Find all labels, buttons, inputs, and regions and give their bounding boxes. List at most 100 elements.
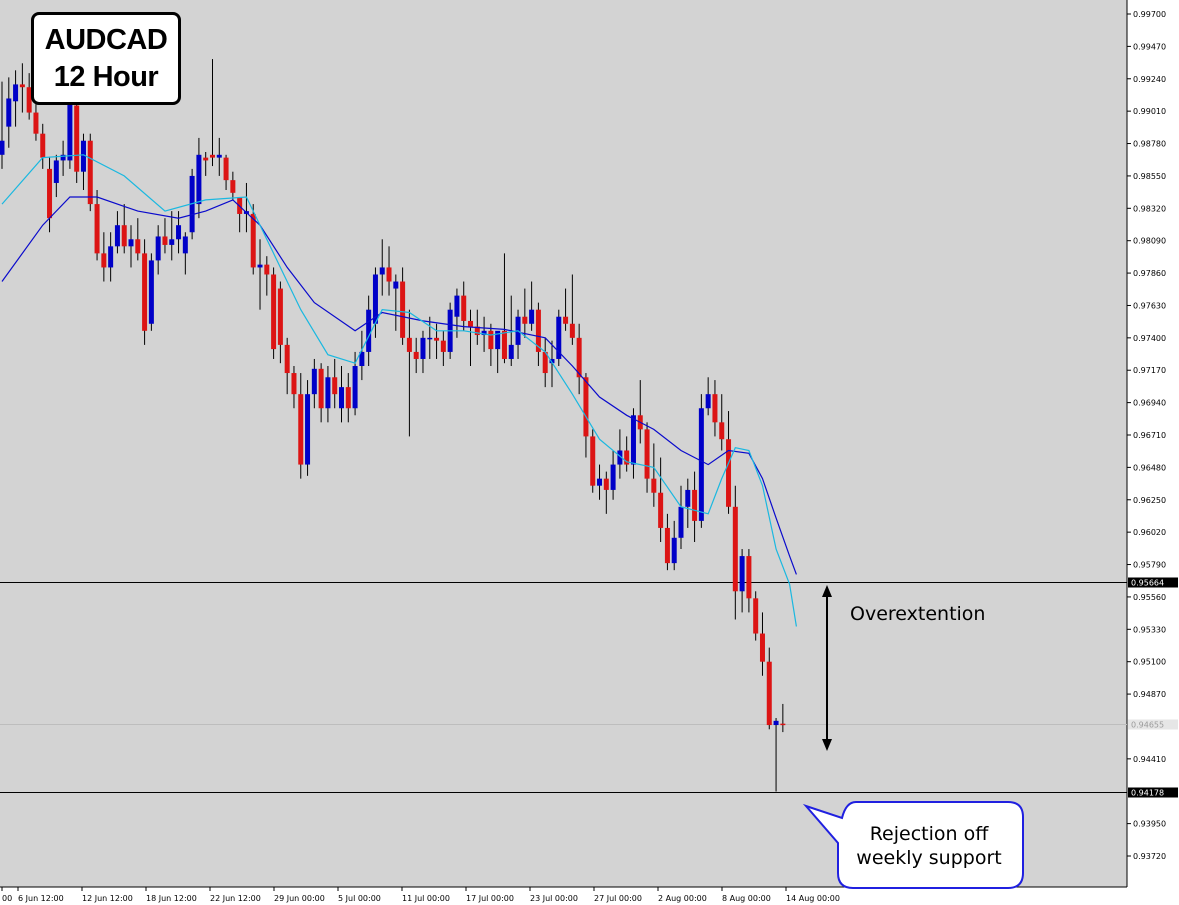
bear-candle (250, 213, 256, 268)
bull-candle (176, 225, 182, 240)
y-tick-label: 0.93950 (1133, 820, 1166, 829)
bull-candle (597, 478, 603, 486)
y-tick-label: 0.99700 (1133, 10, 1166, 19)
y-tick-label: 0.98550 (1133, 172, 1166, 181)
bull-candle (739, 556, 745, 592)
bull-candle (698, 408, 704, 521)
bear-candle (726, 439, 732, 507)
bull-candle (671, 537, 677, 564)
bear-candle (440, 340, 446, 352)
bear-candle (590, 436, 596, 486)
bear-candle (583, 377, 589, 437)
x-tick-label: 00 (2, 894, 12, 903)
bear-candle (19, 84, 25, 88)
level-label: 0.95664 (1131, 579, 1164, 588)
bull-candle (610, 464, 616, 490)
current-price-label: 0.94655 (1131, 721, 1164, 730)
bull-candle (128, 239, 134, 247)
y-tick-label: 0.98320 (1133, 204, 1166, 213)
bear-candle (87, 140, 93, 205)
bull-candle (114, 225, 120, 247)
bear-candle (664, 527, 670, 564)
bear-candle (386, 267, 392, 282)
bull-candle (53, 160, 59, 183)
bear-candle (142, 253, 148, 331)
bear-candle (461, 295, 467, 321)
bear-candle (651, 478, 657, 493)
bear-candle (33, 112, 39, 134)
bull-candle (196, 154, 202, 205)
bull-candle (685, 489, 691, 507)
symbol-title: AUDCAD (44, 23, 168, 56)
y-tick-label: 0.95790 (1133, 561, 1166, 570)
x-tick-label: 27 Jul 00:00 (594, 894, 642, 903)
bear-candle (135, 239, 141, 254)
rejection-text-2: weekly support (856, 847, 1001, 869)
bear-candle (101, 253, 107, 268)
y-tick-label: 0.96710 (1133, 431, 1166, 440)
x-tick-label: 18 Jun 12:00 (146, 894, 197, 903)
bear-candle (732, 506, 738, 592)
bull-candle (678, 506, 684, 538)
bull-candle (0, 140, 5, 155)
bull-candle (169, 239, 175, 245)
bull-candle (257, 264, 263, 268)
bear-candle (230, 180, 236, 193)
timeframe-title: 12 Hour (53, 60, 159, 93)
bear-candle (121, 225, 127, 247)
bear-candle (264, 264, 270, 275)
bull-candle (325, 377, 331, 409)
bull-candle (379, 267, 385, 275)
bear-candle (223, 157, 229, 181)
overextension-label: Overextention (850, 603, 986, 625)
bear-candle (162, 236, 168, 245)
y-tick-label: 0.95560 (1133, 593, 1166, 602)
bull-candle (311, 368, 317, 395)
bear-candle (712, 394, 718, 423)
y-tick-label: 0.97630 (1133, 301, 1166, 310)
y-tick-label: 0.94410 (1133, 755, 1166, 764)
candlestick-chart: 0.99700 0.99470 0.99240 0.99010 0.98780 0.985… (0, 0, 1179, 905)
bear-candle (569, 323, 575, 338)
y-tick-label: 0.95330 (1133, 625, 1166, 634)
bear-candle (271, 274, 277, 350)
bear-candle (413, 351, 419, 359)
bear-candle (298, 394, 304, 465)
bull-candle (182, 236, 188, 254)
bull-candle (508, 344, 514, 359)
bear-candle (94, 204, 100, 254)
bear-candle (488, 330, 494, 350)
bear-candle (345, 387, 351, 409)
bull-candle (155, 236, 161, 261)
y-tick-label: 0.96020 (1133, 528, 1166, 537)
bull-candle (67, 98, 73, 161)
bear-candle (406, 337, 412, 352)
y-tick-label: 0.96250 (1133, 496, 1166, 505)
bull-candle (216, 154, 222, 158)
x-tick-label: 22 Jun 12:00 (210, 894, 261, 903)
y-tick-label: 0.97860 (1133, 269, 1166, 278)
bear-candle (40, 133, 46, 158)
x-tick-label: 8 Aug 00:00 (722, 894, 771, 903)
y-tick-label: 0.99240 (1133, 75, 1166, 84)
bear-candle (766, 661, 772, 726)
x-tick-label: 11 Jul 00:00 (402, 894, 450, 903)
bear-candle (501, 330, 507, 359)
bull-candle (393, 281, 399, 289)
bear-candle (284, 344, 290, 374)
x-tick-label: 5 Jul 00:00 (338, 894, 381, 903)
bull-candle (427, 337, 433, 340)
x-tick-label: 12 Jun 12:00 (82, 894, 133, 903)
y-tick-label: 0.96940 (1133, 399, 1166, 408)
bull-candle (339, 387, 344, 409)
x-tick-label: 2 Aug 00:00 (658, 894, 707, 903)
bull-candle (108, 246, 114, 268)
x-tick-label: 17 Jul 00:00 (466, 894, 514, 903)
bull-candle (13, 84, 19, 102)
x-tick-label: 23 Jul 00:00 (530, 894, 578, 903)
y-tick-label: 0.97400 (1133, 334, 1166, 343)
bear-candle (468, 320, 474, 327)
y-tick-label: 0.94870 (1133, 690, 1166, 699)
bear-candle (203, 157, 209, 161)
bear-candle (692, 489, 698, 521)
